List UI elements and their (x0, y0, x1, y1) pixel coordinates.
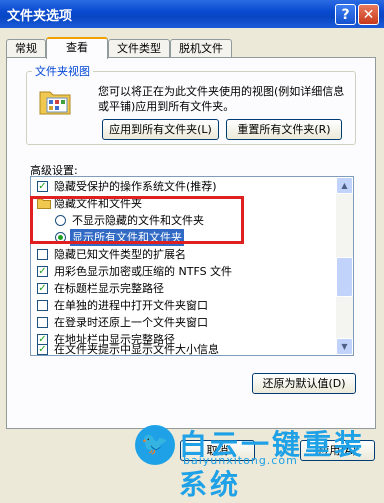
folder-icon (37, 198, 51, 209)
restore-defaults-button[interactable]: 还原为默认值(D) (252, 373, 356, 394)
window-title: 文件夹选项 (7, 9, 73, 24)
close-button[interactable]: ✕ (358, 4, 379, 25)
tab-file-types[interactable]: 文件类型 (108, 39, 170, 57)
checkbox[interactable] (37, 249, 48, 260)
checkbox[interactable]: ✓ (37, 344, 48, 355)
tab-view[interactable]: 查看 (46, 37, 108, 59)
scroll-up-icon[interactable]: ▲ (336, 177, 353, 194)
reset-all-folders-button[interactable]: 重置所有文件夹(R) (226, 119, 342, 140)
folder-views-description: 您可以将正在为此文件夹使用的视图(例如详细信息或平铺)应用到所有文件夹。 (98, 85, 345, 113)
scroll-down-icon[interactable]: ▼ (336, 338, 353, 355)
apply-to-all-folders-button[interactable]: 应用到所有文件夹(L) (102, 119, 219, 140)
tab-general[interactable]: 常规 (6, 39, 46, 57)
watermark-url: baiyunxitong.com (183, 454, 298, 467)
checkbox[interactable]: ✓ (37, 283, 48, 294)
tab-offline-files[interactable]: 脱机文件 (170, 39, 232, 57)
folder-views-label: 文件夹视图 (32, 63, 93, 79)
title-bar: 文件夹选项 ? ✕ (0, 0, 384, 28)
folder-views-icon (39, 91, 71, 115)
radio-button[interactable] (55, 232, 66, 243)
scrollbar[interactable]: ▲ ▼ (336, 177, 353, 355)
bird-logo-icon: 🐦 (135, 425, 175, 465)
advanced-settings-list[interactable]: ✓ 隐藏受保护的操作系统文件(推荐) 隐藏文件和文件夹 不显示隐藏的文件和文件夹… (30, 176, 354, 356)
checkbox[interactable]: ✓ (37, 266, 48, 277)
checkbox[interactable]: ✓ (37, 181, 48, 192)
scroll-thumb[interactable] (336, 257, 353, 297)
checkbox[interactable] (37, 317, 48, 328)
radio-button[interactable] (55, 215, 66, 226)
help-button[interactable]: ? (335, 4, 356, 25)
watermark: 🐦 白云一键重装系统 baiyunxitong.com (135, 425, 384, 501)
checkbox[interactable] (37, 300, 48, 311)
